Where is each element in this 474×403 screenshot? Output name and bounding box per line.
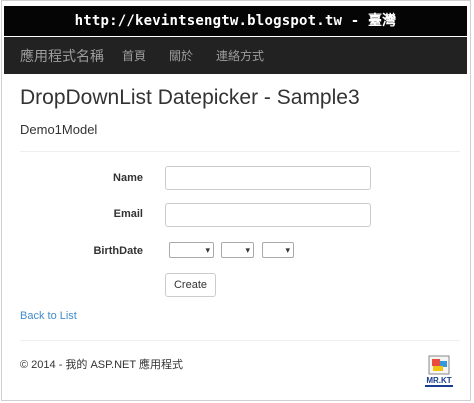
- divider: [20, 151, 460, 152]
- year-select[interactable]: ▾: [169, 242, 214, 258]
- chevron-down-icon: ▾: [285, 244, 290, 255]
- nav-home[interactable]: 首頁: [122, 47, 146, 64]
- name-input[interactable]: [165, 166, 371, 190]
- chevron-down-icon: ▾: [205, 244, 210, 255]
- nav-about[interactable]: 關於: [169, 47, 193, 64]
- mr-kt-logo: MR.KT: [425, 355, 453, 387]
- email-label: Email: [113, 208, 143, 220]
- blog-caption-bar: http://kevintsengtw.blogspot.tw - 臺灣: [4, 6, 467, 36]
- month-select[interactable]: ▾: [221, 242, 254, 258]
- birthdate-label: BirthDate: [93, 245, 143, 257]
- logo-text: MR.KT: [426, 376, 451, 385]
- navbar: 應用程式名稱 首頁 關於 連絡方式: [4, 37, 467, 74]
- page-title: DropDownList Datepicker - Sample3: [20, 86, 360, 109]
- back-to-list-link[interactable]: Back to List: [20, 310, 77, 322]
- create-button[interactable]: Create: [165, 273, 216, 297]
- day-select[interactable]: ▾: [262, 242, 294, 258]
- footer-text: © 2014 - 我的 ASP.NET 應用程式: [20, 359, 183, 371]
- chevron-down-icon: ▾: [245, 244, 250, 255]
- name-label: Name: [113, 172, 143, 184]
- page-subtitle: Demo1Model: [20, 122, 98, 137]
- nav-contact[interactable]: 連絡方式: [216, 47, 264, 64]
- email-input[interactable]: [165, 203, 371, 227]
- navbar-brand[interactable]: 應用程式名稱: [20, 46, 104, 66]
- footer-divider: [20, 340, 460, 341]
- page-header: DropDownList Datepicker - Sample3 Demo1M…: [20, 86, 450, 137]
